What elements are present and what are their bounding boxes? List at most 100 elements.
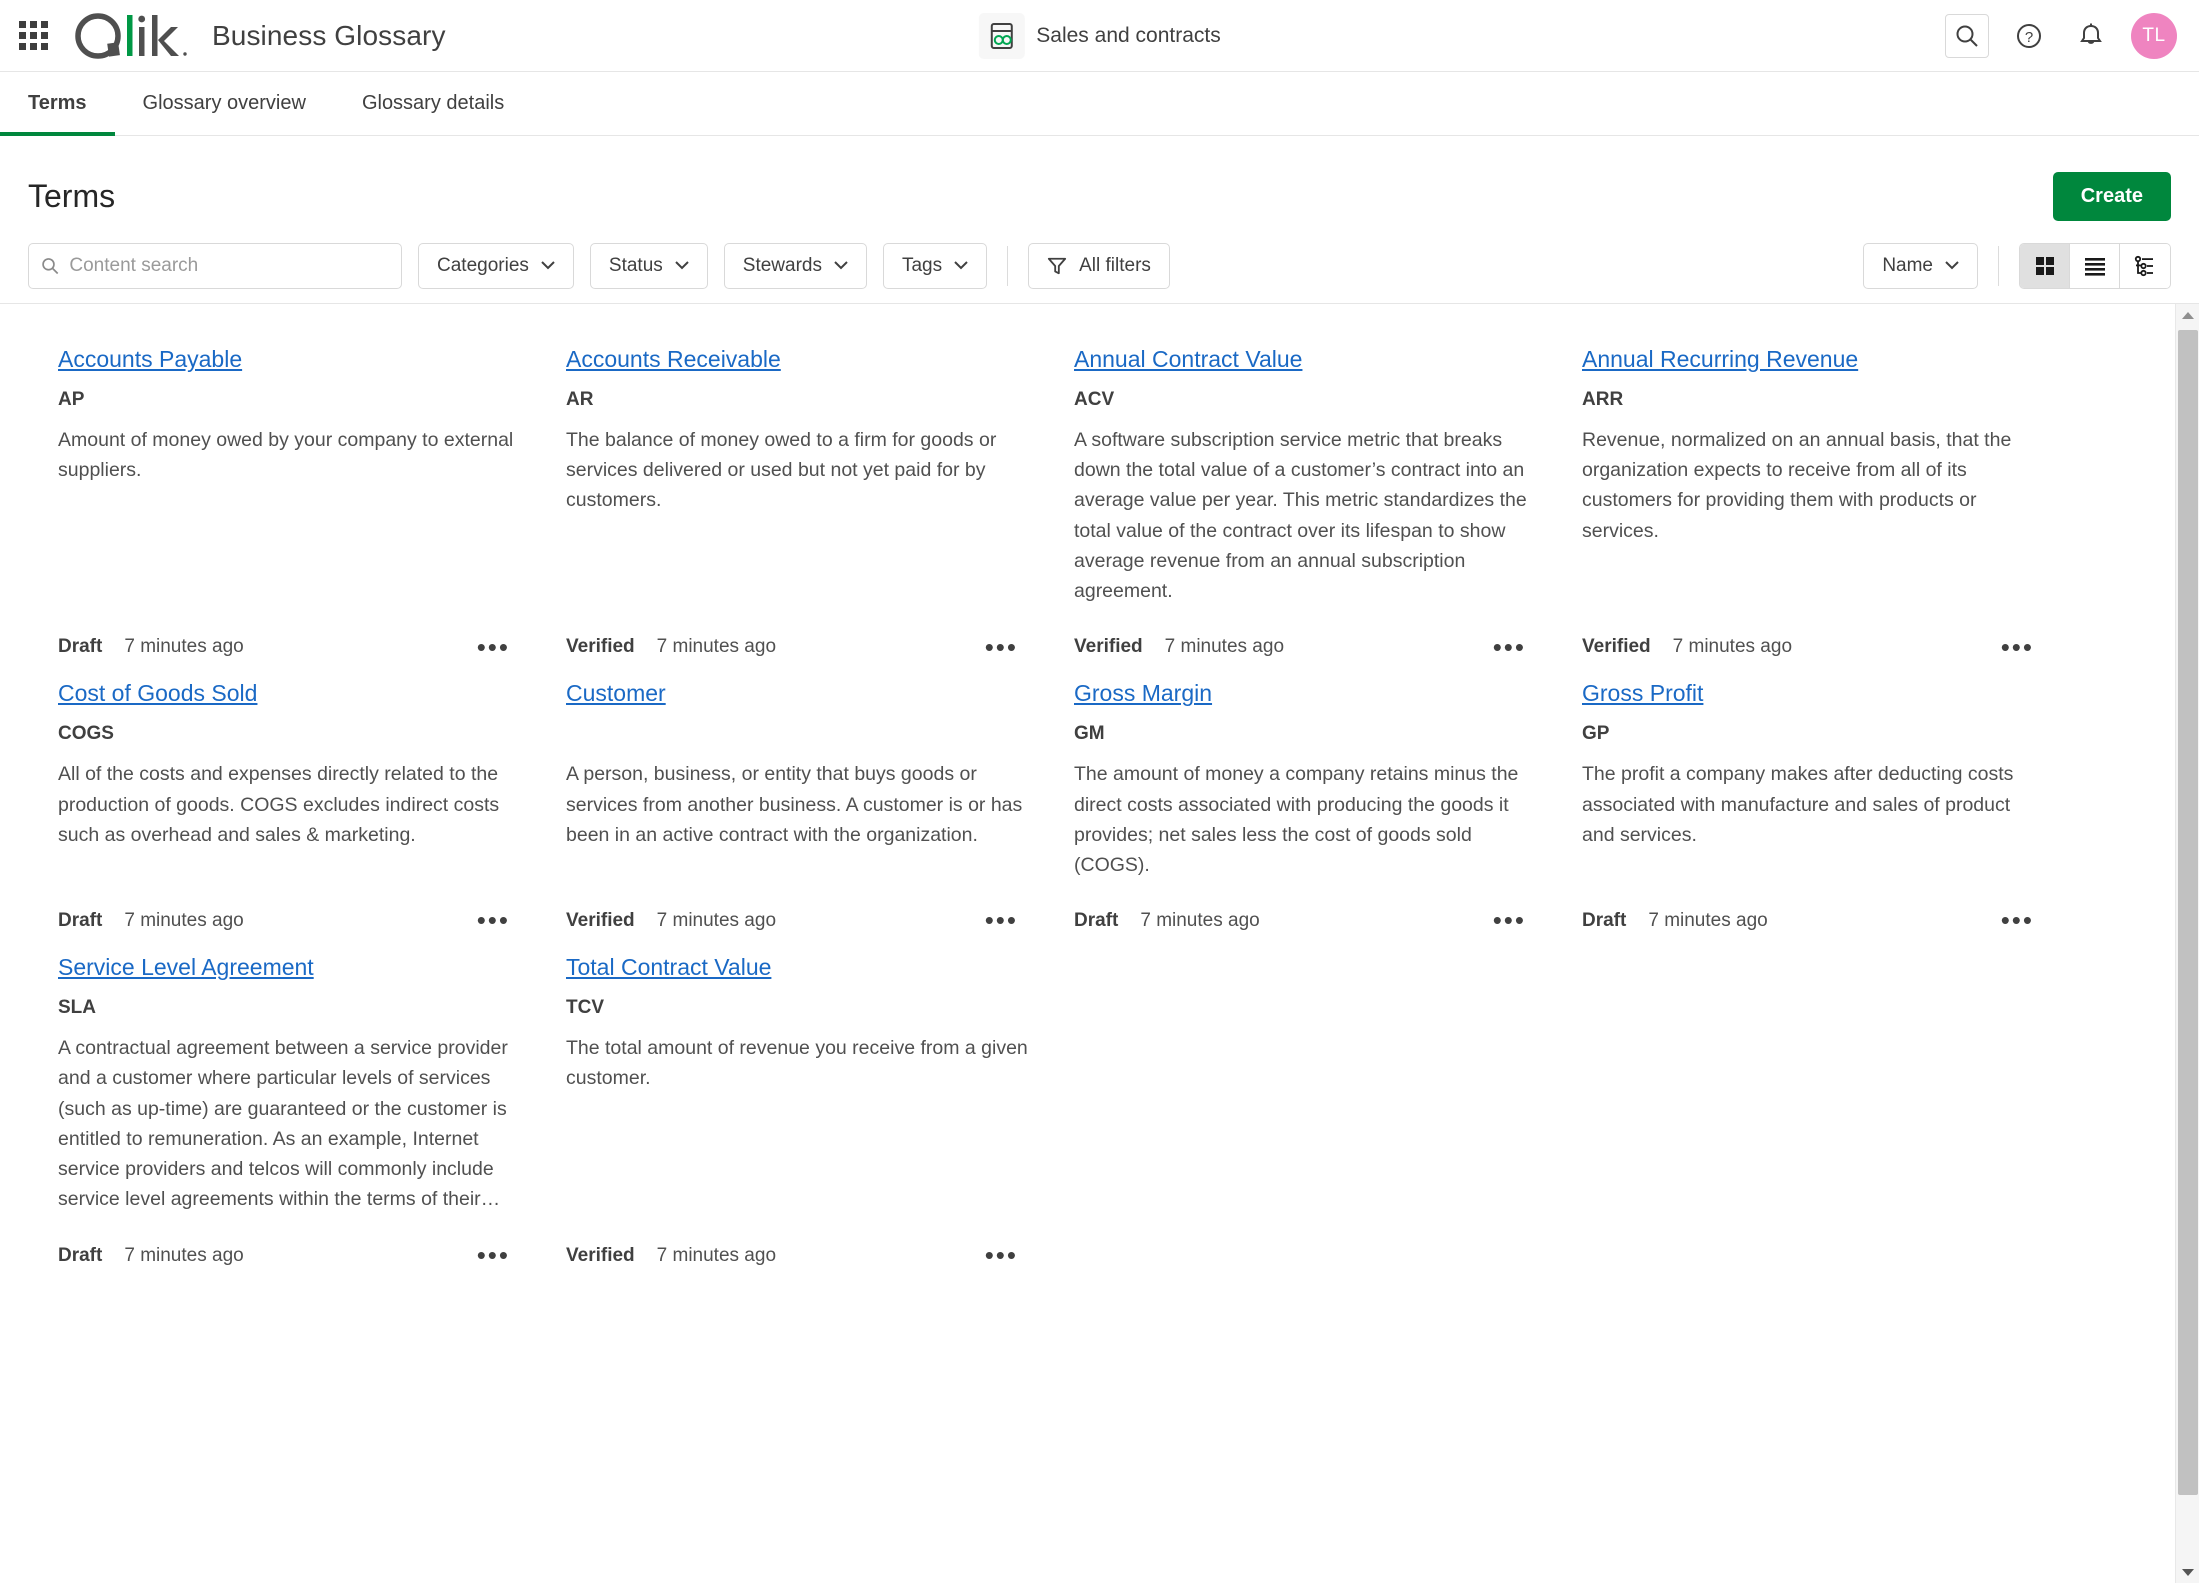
term-description: A software subscription service metric t… bbox=[1074, 429, 1527, 603]
scroll-up-arrow-icon[interactable] bbox=[2176, 304, 2199, 326]
term-card[interactable]: Service Level Agreement SLA A contractua… bbox=[58, 954, 566, 1267]
term-more-menu-icon[interactable]: ••• bbox=[477, 1242, 520, 1267]
term-title-link[interactable]: Annual Recurring Revenue bbox=[1582, 346, 1858, 373]
term-card-footer: Draft 7 minutes ago ••• bbox=[58, 634, 520, 659]
status-badge: Verified bbox=[566, 910, 635, 932]
terms-grid: Accounts Payable AP Amount of money owed… bbox=[0, 304, 2150, 1289]
tree-view-button[interactable] bbox=[2120, 243, 2170, 288]
status-badge: Draft bbox=[1582, 910, 1627, 932]
space-name: Sales and contracts bbox=[1036, 23, 1221, 47]
search-icon bbox=[42, 257, 59, 274]
term-card[interactable]: Accounts Receivable AR The balance of mo… bbox=[566, 346, 1074, 659]
term-timestamp: 7 minutes ago bbox=[124, 636, 244, 658]
all-filters-button[interactable]: All filters bbox=[1028, 242, 1170, 289]
filter-stewards-label: Stewards bbox=[742, 254, 822, 276]
create-button[interactable]: Create bbox=[2052, 171, 2171, 221]
term-card[interactable]: Customer A person, business, or entity t… bbox=[566, 680, 1074, 933]
search-icon[interactable] bbox=[1945, 13, 1989, 58]
term-description: All of the costs and expenses directly r… bbox=[58, 763, 500, 846]
term-title-link[interactable]: Total Contract Value bbox=[566, 954, 771, 981]
grid-view-button[interactable] bbox=[2020, 243, 2070, 288]
term-title-link[interactable]: Gross Margin bbox=[1074, 680, 1212, 707]
page-title: Terms bbox=[28, 177, 116, 214]
term-card-footer: Verified 7 minutes ago ••• bbox=[1582, 634, 2044, 659]
term-more-menu-icon[interactable]: ••• bbox=[985, 1242, 1028, 1267]
term-card[interactable]: Annual Contract Value ACV A software sub… bbox=[1074, 346, 1582, 659]
term-timestamp: 7 minutes ago bbox=[124, 910, 244, 932]
scroll-down-arrow-icon[interactable] bbox=[2176, 1561, 2199, 1583]
term-timestamp: 7 minutes ago bbox=[1164, 636, 1285, 658]
term-timestamp: 7 minutes ago bbox=[656, 636, 777, 658]
term-more-menu-icon[interactable]: ••• bbox=[477, 908, 520, 933]
tab-glossary-details[interactable]: Glossary details bbox=[334, 72, 532, 135]
search-field[interactable] bbox=[28, 242, 402, 289]
term-more-menu-icon[interactable]: ••• bbox=[2001, 634, 2044, 659]
term-card-footer: Draft 7 minutes ago ••• bbox=[58, 908, 520, 933]
term-timestamp: 7 minutes ago bbox=[1140, 910, 1260, 932]
filter-status[interactable]: Status bbox=[589, 242, 708, 289]
filter-categories-label: Categories bbox=[437, 254, 529, 276]
chevron-down-icon bbox=[541, 261, 555, 270]
term-title-link[interactable]: Accounts Receivable bbox=[566, 346, 781, 373]
term-more-menu-icon[interactable]: ••• bbox=[985, 908, 1028, 933]
term-title-link[interactable]: Cost of Goods Sold bbox=[58, 680, 257, 707]
search-input[interactable] bbox=[69, 254, 389, 277]
term-abbreviation: SLA bbox=[58, 997, 96, 1019]
status-badge: Draft bbox=[58, 910, 103, 932]
term-abbreviation bbox=[566, 723, 1028, 745]
qlik-logo[interactable] bbox=[72, 12, 190, 59]
list-view-button[interactable] bbox=[2070, 243, 2120, 288]
filter-tags-label: Tags bbox=[901, 254, 943, 276]
term-title-link[interactable]: Annual Contract Value bbox=[1074, 346, 1302, 373]
terms-scroll-region: Accounts Payable AP Amount of money owed… bbox=[0, 304, 2199, 1583]
term-more-menu-icon[interactable]: ••• bbox=[2001, 908, 2044, 933]
tab-glossary-overview[interactable]: Glossary overview bbox=[115, 72, 334, 135]
scrollbar-thumb[interactable] bbox=[2178, 330, 2198, 1495]
term-card-footer: Verified 7 minutes ago ••• bbox=[566, 634, 1028, 659]
app-launcher-icon[interactable] bbox=[16, 19, 50, 53]
term-description: A person, business, or entity that buys … bbox=[566, 763, 1023, 846]
term-card[interactable]: Gross Margin GM The amount of money a co… bbox=[1074, 680, 1582, 933]
notifications-bell-icon[interactable] bbox=[2069, 13, 2113, 58]
term-card[interactable]: Annual Recurring Revenue ARR Revenue, no… bbox=[1582, 346, 2090, 659]
status-badge: Verified bbox=[566, 636, 635, 658]
term-timestamp: 7 minutes ago bbox=[656, 1244, 777, 1266]
view-toggle-group bbox=[2019, 242, 2171, 289]
vertical-scrollbar[interactable] bbox=[2175, 304, 2199, 1583]
term-title-link[interactable]: Gross Profit bbox=[1582, 680, 1703, 707]
term-abbreviation: AR bbox=[566, 389, 594, 410]
term-title-link[interactable]: Service Level Agreement bbox=[58, 954, 314, 981]
status-badge: Draft bbox=[58, 1244, 103, 1266]
term-title-link[interactable]: Accounts Payable bbox=[58, 346, 242, 373]
term-card-footer: Draft 7 minutes ago ••• bbox=[1074, 908, 1536, 933]
term-abbreviation: TCV bbox=[566, 997, 604, 1019]
term-description: The profit a company makes after deducti… bbox=[1582, 763, 2014, 846]
avatar[interactable]: TL bbox=[2131, 12, 2177, 59]
term-card-footer: Verified 7 minutes ago ••• bbox=[566, 1242, 1028, 1267]
term-description: The amount of money a company retains mi… bbox=[1074, 763, 1519, 876]
term-more-menu-icon[interactable]: ••• bbox=[1493, 908, 1536, 933]
term-more-menu-icon[interactable]: ••• bbox=[477, 634, 520, 659]
term-title-link[interactable]: Customer bbox=[566, 680, 666, 707]
term-more-menu-icon[interactable]: ••• bbox=[1493, 634, 1536, 659]
space-selector[interactable]: Sales and contracts bbox=[978, 12, 1221, 59]
sort-dropdown[interactable]: Name bbox=[1863, 242, 1978, 289]
help-icon[interactable]: ? bbox=[2007, 13, 2051, 58]
chevron-down-icon bbox=[1945, 261, 1959, 270]
term-card[interactable]: Total Contract Value TCV The total amoun… bbox=[566, 954, 1074, 1267]
filter-categories[interactable]: Categories bbox=[418, 242, 574, 289]
page-header: Terms Create bbox=[0, 136, 2199, 228]
term-timestamp: 7 minutes ago bbox=[656, 910, 777, 932]
filter-stewards[interactable]: Stewards bbox=[723, 242, 867, 289]
term-card[interactable]: Accounts Payable AP Amount of money owed… bbox=[58, 346, 566, 659]
term-description: Amount of money owed by your company to … bbox=[58, 429, 514, 482]
funnel-icon bbox=[1048, 257, 1067, 274]
term-card[interactable]: Cost of Goods Sold COGS All of the costs… bbox=[58, 680, 566, 933]
status-badge: Draft bbox=[58, 636, 103, 658]
term-timestamp: 7 minutes ago bbox=[124, 1244, 244, 1266]
filter-tags[interactable]: Tags bbox=[882, 242, 988, 289]
term-more-menu-icon[interactable]: ••• bbox=[985, 634, 1028, 659]
term-card[interactable]: Gross Profit GP The profit a company mak… bbox=[1582, 680, 2090, 933]
tab-terms[interactable]: Terms bbox=[0, 72, 115, 136]
term-abbreviation: GM bbox=[1074, 723, 1105, 745]
